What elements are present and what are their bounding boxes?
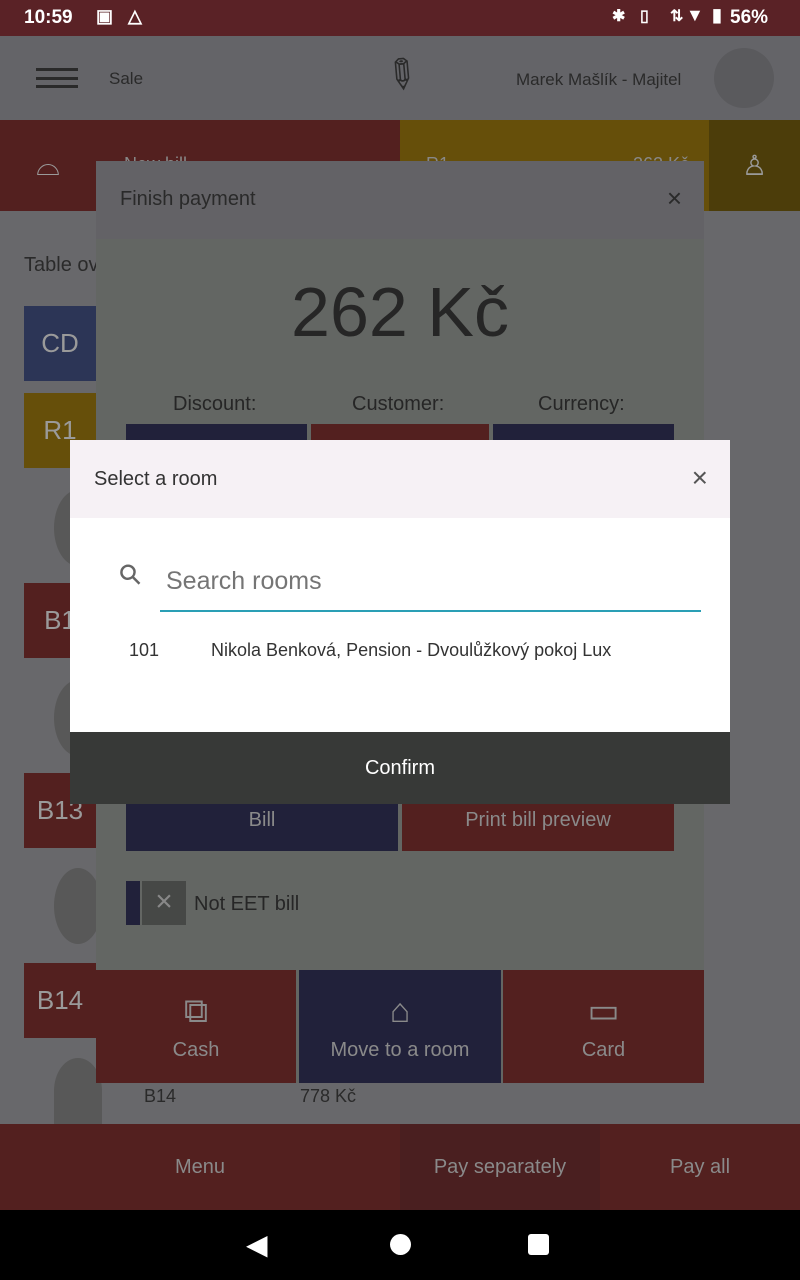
row-name: B14 [144, 1086, 177, 1106]
card-icon: ▭ [587, 992, 620, 1030]
clock: 10:59 [24, 7, 73, 28]
avatar[interactable] [714, 48, 774, 108]
dialog-title: Select a room [94, 467, 218, 490]
cash-icon: ⧉ [183, 991, 209, 1030]
search-icon: ⚲ [112, 556, 149, 593]
user-name[interactable]: Marek Mašlík - Majitel [516, 70, 681, 90]
bottom-bar: Menu Pay separately Pay all [0, 1124, 800, 1210]
payment-amount: 262 Kč [291, 273, 509, 351]
section-title: Sale [109, 69, 144, 88]
logo-icon: ✎ [373, 47, 428, 103]
search-rooms-input[interactable] [160, 552, 701, 612]
move-to-room-button[interactable]: ⌂ Move to a room [299, 970, 501, 1083]
menu-icon[interactable] [36, 68, 78, 88]
wifi-icon: ▼ [686, 5, 704, 25]
table-cd[interactable]: CD [24, 306, 96, 381]
dialog-title: Finish payment [120, 188, 256, 210]
not-eet-label: Not EET bill [194, 893, 300, 915]
close-icon[interactable]: × [667, 183, 682, 214]
close-icon[interactable]: × [692, 462, 708, 494]
room-description: Nikola Benková, Pension - Dvoulůžkový po… [211, 640, 612, 660]
currency-label: Currency: [538, 393, 625, 415]
status-bar: 10:59 ▣ △ ✱ ▯ ⇅ ▼ ▮ 56% [0, 0, 800, 36]
app-header: Sale ✎ Marek Mašlík - Majitel [0, 36, 800, 120]
table-b14[interactable]: B14 [24, 963, 96, 1038]
confirm-button[interactable]: Confirm [70, 732, 730, 804]
menu-button[interactable]: Menu [0, 1124, 400, 1210]
navigation-bar: ◀ [0, 1210, 800, 1280]
pay-separately-button[interactable]: Pay separately [400, 1124, 600, 1210]
battery-icon: ▮ [712, 5, 722, 25]
data-icon: ⇅ [670, 8, 684, 25]
image-icon: ▣ [96, 6, 114, 26]
battery-level: 56% [730, 7, 769, 28]
customer-icon[interactable]: ♙ [709, 120, 800, 211]
dialog-header: Select a room × [70, 440, 730, 518]
checkbox-edge [126, 881, 140, 925]
bed-icon: ⌂ [389, 991, 411, 1030]
finish-payment-header: Finish payment × [96, 161, 704, 239]
bluetooth-icon: ✱ [612, 8, 626, 25]
waiter-icon[interactable]: ⌓ [0, 120, 96, 211]
vibrate-icon: ▯ [640, 8, 649, 25]
row-amount: 778 Kč [300, 1086, 357, 1106]
pay-all-button[interactable]: Pay all [600, 1124, 800, 1210]
back-icon[interactable]: ◀ [246, 1228, 268, 1261]
avatar [54, 1058, 102, 1124]
home-icon[interactable] [390, 1234, 411, 1255]
room-list-item[interactable]: 101 Nikola Benková, Pension - Dvoulůžkov… [70, 626, 730, 676]
avatar [54, 868, 102, 944]
customer-label: Customer: [352, 393, 445, 415]
room-number: 101 [129, 640, 160, 660]
discount-label: Discount: [173, 393, 257, 415]
cash-button[interactable]: ⧉ Cash [96, 970, 296, 1083]
recents-icon[interactable] [528, 1234, 549, 1255]
select-room-dialog: Select a room × ⚲ 101 Nikola Benková, Pe… [70, 440, 730, 804]
card-button[interactable]: ▭ Card [503, 970, 704, 1083]
drive-icon: △ [128, 6, 142, 26]
not-eet-checkbox[interactable]: × [142, 881, 186, 925]
